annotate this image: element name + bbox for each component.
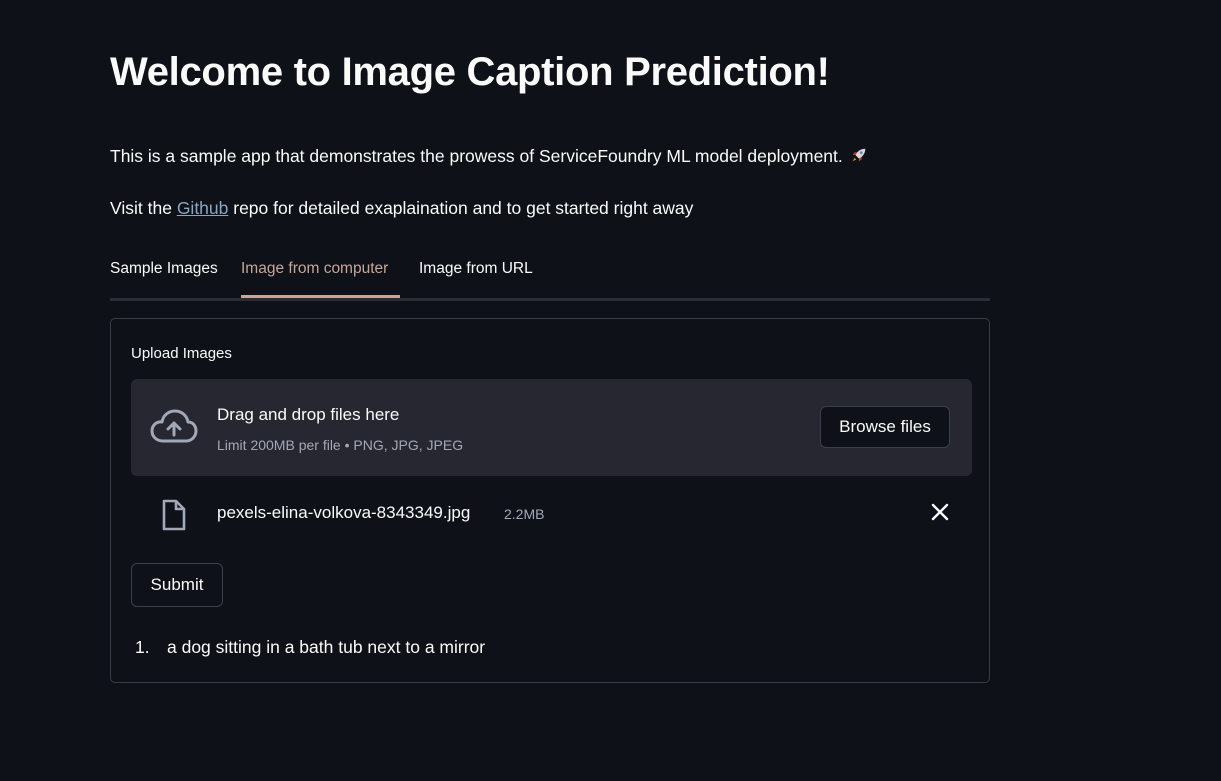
dropzone-limit: Limit 200MB per file • PNG, JPG, JPEG (217, 437, 464, 453)
rocket-icon (852, 148, 865, 162)
tab-image-from-url[interactable]: Image from URL (419, 260, 533, 278)
caption-result-item: 1. a dog sitting in a bath tub next to a … (135, 637, 485, 658)
page-title: Welcome to Image Caption Prediction! (110, 50, 830, 94)
intro-paragraph: This is a sample app that demonstrates t… (110, 146, 868, 167)
tab-image-from-computer[interactable]: Image from computer (241, 260, 388, 278)
visit-suffix: repo for detailed exaplaination and to g… (233, 198, 694, 218)
tab-bar: Sample Images Image from computer Image … (110, 256, 990, 301)
github-link[interactable]: Github (177, 198, 229, 218)
tab-sample-images[interactable]: Sample Images (110, 260, 218, 278)
file-name: pexels-elina-volkova-8343349.jpg (217, 503, 471, 522)
file-size: 2.2MB (504, 506, 545, 522)
visit-paragraph: Visit the Github repo for detailed exapl… (110, 198, 693, 219)
tab-panel: Upload Images Drag and drop files here L… (110, 318, 990, 683)
file-icon (162, 499, 186, 531)
close-icon[interactable] (929, 501, 951, 523)
upload-label: Upload Images (131, 345, 232, 362)
file-dropzone[interactable]: Drag and drop files here Limit 200MB per… (131, 379, 972, 476)
visit-prefix: Visit the (110, 198, 172, 218)
submit-button[interactable]: Submit (131, 563, 223, 607)
cloud-upload-icon (150, 409, 198, 443)
active-tab-indicator (241, 295, 400, 298)
result-number: 1. (135, 637, 150, 657)
dropzone-title: Drag and drop files here (217, 405, 400, 424)
result-text: a dog sitting in a bath tub next to a mi… (167, 637, 486, 657)
browse-files-button[interactable]: Browse files (820, 406, 950, 448)
uploaded-file-row: pexels-elina-volkova-8343349.jpg 2.2MB (131, 493, 972, 533)
intro-text: This is a sample app that demonstrates t… (110, 146, 843, 166)
